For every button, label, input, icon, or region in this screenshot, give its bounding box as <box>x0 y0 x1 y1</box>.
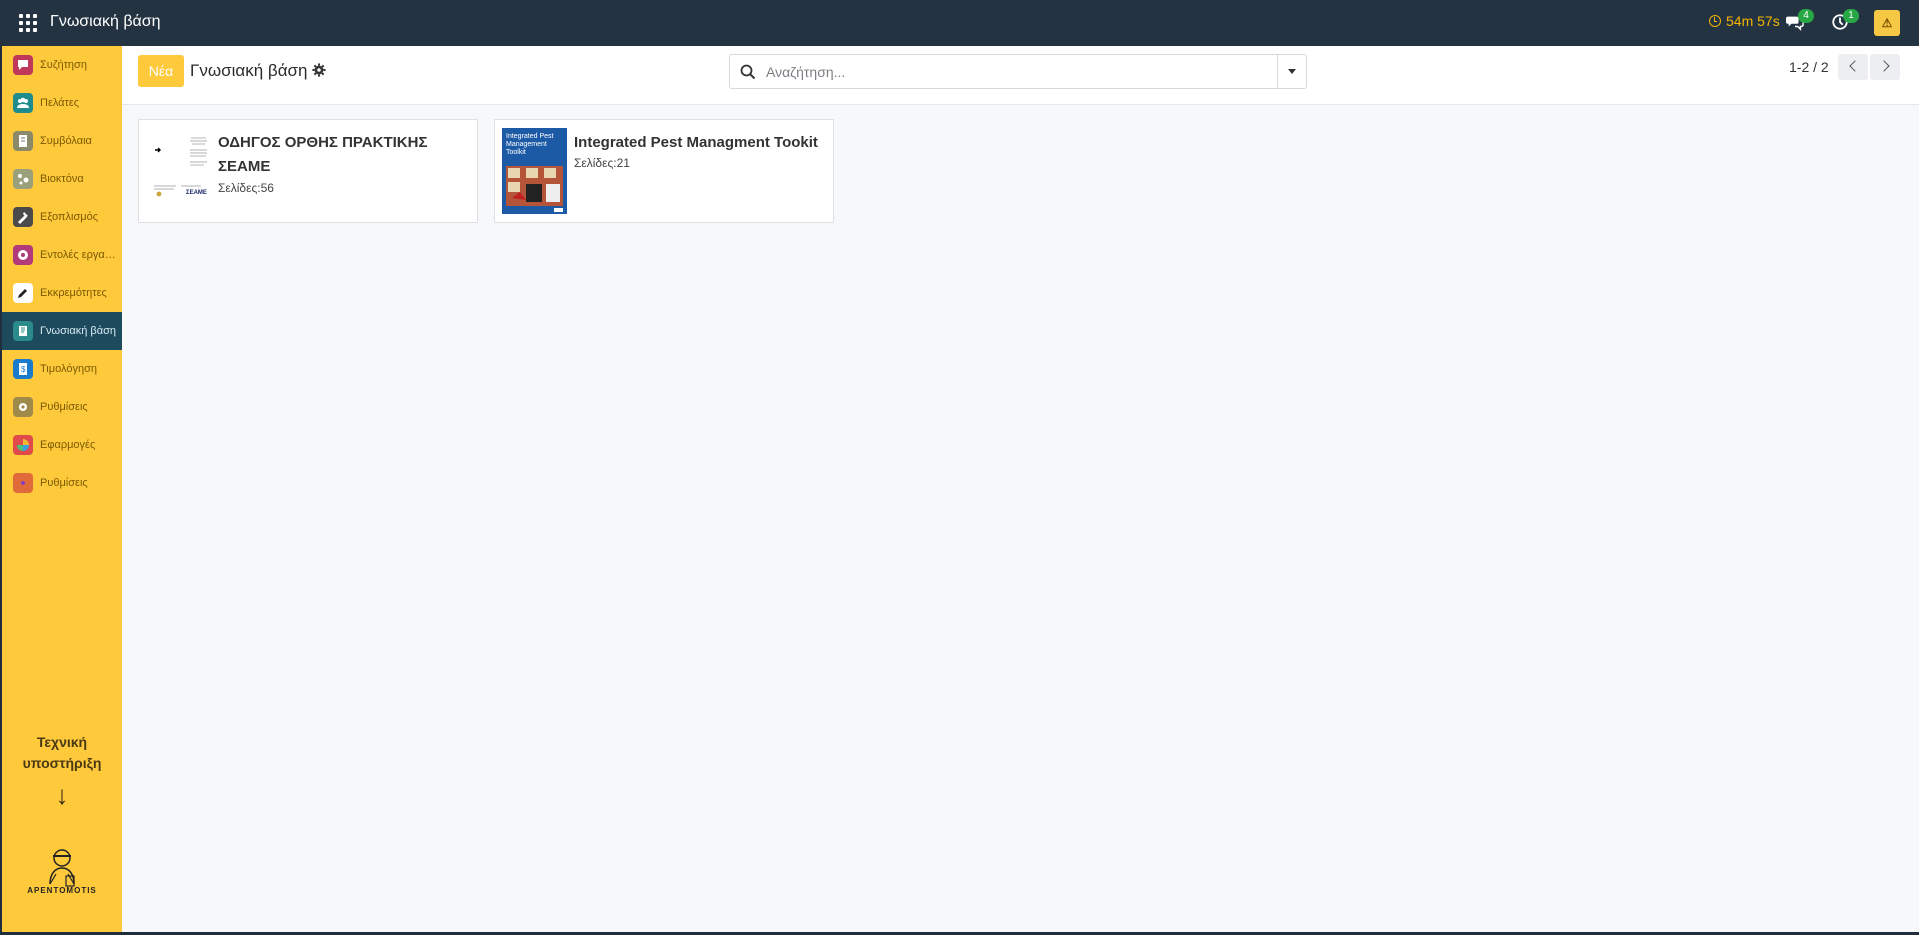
pencil-icon <box>13 283 33 303</box>
down-arrow-icon: ↓ <box>55 780 69 810</box>
card-title: Integrated Pest Managment Tookit <box>574 134 818 151</box>
pages-label: Σελίδες: <box>218 181 261 195</box>
logo-text: ΑΡΕΝΤΟΜΟΤΙS <box>27 886 97 895</box>
top-navbar: Γνωσιακή βάση 54m 57s 4 1 ⚠ <box>0 0 1919 46</box>
svg-text:ΣΕΑΜΕ: ΣΕΑΜΕ <box>186 190 207 196</box>
apps-grid-icon <box>13 435 33 455</box>
activities-badge: 1 <box>1843 9 1859 23</box>
clock-icon <box>1709 15 1721 27</box>
timer-value: 54m 57s <box>1726 13 1780 29</box>
users-icon <box>13 93 33 113</box>
invoice-icon: $ <box>13 359 33 379</box>
card-pages: Σελίδες:56 <box>218 181 274 195</box>
messages-badge: 4 <box>1798 9 1814 23</box>
sidebar-item-label: Γνωσιακή βάση <box>40 325 116 337</box>
document-thumbnail: ΣΕΑΜΕ <box>146 128 211 214</box>
pager-next-button[interactable] <box>1870 54 1900 80</box>
kanban-card[interactable]: Integrated Pest Management Toolkit Integ… <box>494 119 834 223</box>
apps-menu-icon[interactable] <box>19 14 37 32</box>
card-pages: Σελίδες:21 <box>574 156 630 170</box>
user-avatar[interactable]: ⚠ <box>1874 10 1900 36</box>
pages-count: 21 <box>616 156 630 170</box>
sidebar-item[interactable]: Εφαρμογές <box>2 426 122 464</box>
search-options-dropdown[interactable] <box>1277 55 1306 88</box>
gear-icon[interactable] <box>312 63 326 77</box>
sidebar-item[interactable]: Βιοκτόνα <box>2 160 122 198</box>
messages-button[interactable]: 4 <box>1786 9 1814 35</box>
document-thumbnail: Integrated Pest Management Toolkit <box>502 128 567 214</box>
activities-button[interactable]: 1 <box>1831 9 1859 35</box>
card-title: ΟΔΗΓΟΣ ΟΡΘΗΣ ΠΡΑΚΤΙΚΗΣ ΣΕΑΜΕ <box>218 134 428 175</box>
sidebar-item[interactable]: Γνωσιακή βάση <box>2 312 122 350</box>
sidebar-item-label: Εντολές εργασίας <box>40 249 116 261</box>
technician-logo-icon <box>49 849 75 887</box>
sidebar-item-label: Συμβόλαια <box>40 135 92 147</box>
odoo-settings-icon <box>13 473 33 493</box>
sidebar-item-label: Τιμολόγηση <box>40 363 97 375</box>
sidebar-item[interactable]: Πελάτες <box>2 84 122 122</box>
sidebar-item-label: Εξοπλισμός <box>40 211 99 223</box>
chat-icon <box>13 55 33 75</box>
control-panel: Νέα Γνωσιακή βάση 1-2 / 2 <box>122 46 1919 105</box>
main-content: Νέα Γνωσιακή βάση 1-2 / 2 <box>122 46 1919 932</box>
sidebar-item[interactable]: $ Τιμολόγηση <box>2 350 122 388</box>
biocide-icon <box>13 169 33 189</box>
sidebar-item[interactable]: Συζήτηση <box>2 46 122 84</box>
sidebar-item-label: Εκκρεμότητες <box>40 287 107 299</box>
contract-icon <box>13 131 33 151</box>
sidebar-item-label: Πελάτες <box>40 97 80 109</box>
sidebar-item[interactable]: Ρυθμίσεις <box>2 464 122 502</box>
app-sidebar: Συζήτηση Πελάτες Συμβόλαια Βιοκτόνα Εξοπλισμ… <box>2 46 122 932</box>
work-order-icon <box>13 245 33 265</box>
search-icon <box>740 64 756 80</box>
sidebar-item[interactable]: Συμβόλαια <box>2 122 122 160</box>
session-timer[interactable]: 54m 57s <box>1709 13 1780 29</box>
sidebar-item[interactable]: Εκκρεμότητες <box>2 274 122 312</box>
sidebar-item-label: Ρυθμίσεις <box>40 477 88 489</box>
cover-title: Integrated Pest Management Toolkit <box>506 133 554 156</box>
kanban-card[interactable]: ΣΕΑΜΕ ΟΔΗΓΟΣ ΟΡΘΗΣ ΠΡΑΚΤΙΚΗΣ ΣΕΑΜΕ Σελίδ… <box>138 119 478 223</box>
sidebar-item[interactable]: Εντολές εργασίας <box>2 236 122 274</box>
breadcrumb: Γνωσιακή βάση <box>190 61 308 80</box>
pager-value[interactable]: 1-2 / 2 <box>1789 59 1829 75</box>
svg-text:$: $ <box>21 365 26 374</box>
pages-label: Σελίδες: <box>574 156 617 170</box>
pages-count: 56 <box>260 181 274 195</box>
sidebar-item[interactable]: Εξοπλισμός <box>2 198 122 236</box>
search-bar <box>729 54 1307 89</box>
support-label[interactable]: Τεχνική υποστήριξη <box>2 732 122 774</box>
knowledge-icon <box>13 321 33 341</box>
tools-icon <box>13 207 33 227</box>
sidebar-item-label: Εφαρμογές <box>40 439 96 451</box>
app-title[interactable]: Γνωσιακή βάση <box>50 13 161 31</box>
new-button[interactable]: Νέα <box>138 55 184 87</box>
sidebar-item[interactable]: Ρυθμίσεις <box>2 388 122 426</box>
company-logo: ΑΡΕΝΤΟΜΟΤΙS <box>20 844 104 904</box>
sidebar-item-label: Βιοκτόνα <box>40 173 84 185</box>
sidebar-item-label: Συζήτηση <box>40 59 87 71</box>
pager-previous-button[interactable] <box>1838 54 1868 80</box>
search-input[interactable] <box>766 61 1266 83</box>
sidebar-item-label: Ρυθμίσεις <box>40 401 88 413</box>
settings-icon <box>13 397 33 417</box>
